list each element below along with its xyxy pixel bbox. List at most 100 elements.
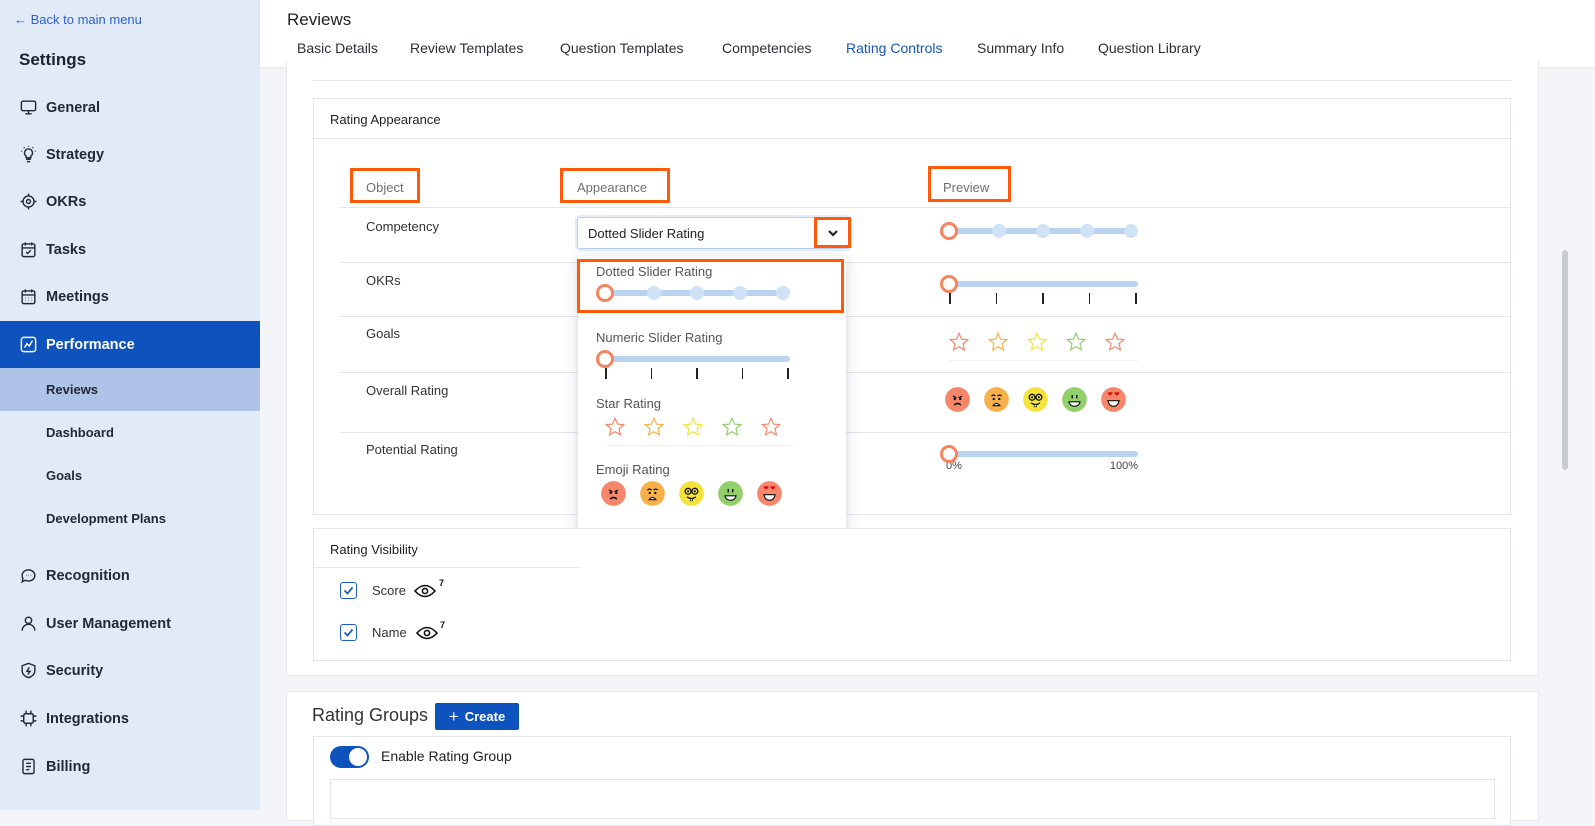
chat-icon xyxy=(21,569,36,584)
emoji-icon[interactable] xyxy=(1100,386,1127,418)
slider-dot[interactable] xyxy=(1124,224,1138,238)
slider-tick xyxy=(787,368,789,379)
sidebar-item-tasks[interactable]: Tasks xyxy=(0,226,260,273)
object-label: Goals xyxy=(366,326,400,341)
option-label: Star Rating xyxy=(596,396,662,411)
slider-tick xyxy=(605,368,607,379)
page-title: Reviews xyxy=(287,10,352,29)
rating-widget-numeric xyxy=(596,350,790,380)
rating-visibility-panel: Rating Visibility xyxy=(313,528,1511,661)
star-icon[interactable] xyxy=(987,331,1009,358)
scrollbar-thumb[interactable] xyxy=(1562,250,1568,470)
slider-dot[interactable] xyxy=(992,224,1006,238)
sidebar-item-integrations[interactable]: Integrations xyxy=(0,695,260,742)
star-icon[interactable] xyxy=(721,416,743,443)
check-icon xyxy=(343,586,354,595)
column-header-appearance: Appearance xyxy=(577,180,648,195)
sidebar-subitem-goals[interactable]: Goals xyxy=(0,454,260,497)
column-header-preview: Preview xyxy=(943,180,990,195)
row-divider xyxy=(340,432,1511,433)
back-to-main-menu-link[interactable]: ← Back to main menu xyxy=(14,12,142,27)
option-label: Numeric Slider Rating xyxy=(596,330,723,345)
star-icon[interactable] xyxy=(1104,331,1126,358)
appearance-select[interactable]: Dotted Slider Rating xyxy=(577,217,850,249)
chevron-down-icon xyxy=(827,229,838,237)
chart-icon xyxy=(20,336,37,353)
emoji-icon[interactable] xyxy=(944,386,971,418)
sidebar-subitem-dashboard[interactable]: Dashboard xyxy=(0,411,260,454)
sidebar-subitem-development-plans[interactable]: Development Plans xyxy=(0,497,260,540)
slider-tick xyxy=(741,368,743,379)
sidebar-item-label: General xyxy=(46,99,100,116)
slider-dot[interactable] xyxy=(1036,224,1050,238)
column-header-object: Object xyxy=(366,180,404,195)
slider-tick xyxy=(1042,293,1044,304)
object-label: Competency xyxy=(366,219,439,234)
toggle-knob xyxy=(349,748,367,766)
sidebar-item-label: OKRs xyxy=(46,193,87,210)
rating-widget-star xyxy=(604,416,794,446)
sidebar: ← Back to main menu Settings General Stra… xyxy=(0,0,260,810)
star-icon[interactable] xyxy=(604,416,626,443)
dropdown-option-emoji[interactable]: Emoji Rating xyxy=(578,462,846,524)
sidebar-title: Settings xyxy=(19,50,87,69)
slider-handle[interactable] xyxy=(596,350,614,368)
star-icon[interactable] xyxy=(682,416,704,443)
emoji-icon[interactable] xyxy=(1022,386,1049,418)
emoji-icon[interactable] xyxy=(678,480,705,512)
sidebar-subitem-reviews[interactable]: Reviews xyxy=(0,368,260,411)
sidebar-item-meetings[interactable]: Meetings xyxy=(0,273,260,320)
divider xyxy=(314,138,1510,139)
star-icon[interactable] xyxy=(948,331,970,358)
star-icon[interactable] xyxy=(643,416,665,443)
dropdown-option-star[interactable]: Star Rating xyxy=(578,396,846,458)
sidebar-item-label: User Management xyxy=(46,615,171,632)
object-label: Overall Rating xyxy=(366,383,449,398)
slider-tick xyxy=(1088,293,1090,304)
sidebar-item-general[interactable]: General xyxy=(0,84,260,131)
check-icon xyxy=(343,628,354,637)
dropdown-toggle-button[interactable] xyxy=(814,217,851,248)
sidebar-item-strategy[interactable]: Strategy xyxy=(0,131,260,178)
create-rating-group-button[interactable]: + Create xyxy=(435,703,519,730)
slider-handle[interactable] xyxy=(940,222,958,240)
enable-rating-group-toggle[interactable] xyxy=(330,746,369,768)
emoji-icon[interactable] xyxy=(756,480,783,512)
rating-appearance-title: Rating Appearance xyxy=(330,112,441,127)
sidebar-item-okrs[interactable]: OKRs xyxy=(0,178,260,225)
visibility-count-badge: 7 xyxy=(440,620,446,630)
emoji-icon[interactable] xyxy=(1061,386,1088,418)
sidebar-item-label: Tasks xyxy=(46,241,87,258)
divider xyxy=(314,567,579,568)
checkbox-name[interactable] xyxy=(340,624,357,641)
star-icon[interactable] xyxy=(1026,331,1048,358)
slider-dot[interactable] xyxy=(1080,224,1094,238)
shield-icon xyxy=(21,662,36,679)
checkbox-score[interactable] xyxy=(340,582,357,599)
star-icon[interactable] xyxy=(760,416,782,443)
emoji-icon[interactable] xyxy=(983,386,1010,418)
star-icon[interactable] xyxy=(1065,331,1087,358)
sidebar-item-security[interactable]: Security xyxy=(0,647,260,694)
slider-tick xyxy=(650,368,652,379)
sidebar-item-user-management[interactable]: User Management xyxy=(0,600,260,647)
divider xyxy=(313,80,1511,81)
row-divider xyxy=(340,262,1511,263)
sidebar-item-label: Performance xyxy=(46,336,135,353)
divider xyxy=(948,360,1138,361)
slider-handle[interactable] xyxy=(940,275,958,293)
sidebar-item-performance[interactable]: Performance xyxy=(0,321,260,368)
row-divider xyxy=(340,207,1511,208)
emoji-icon[interactable] xyxy=(600,480,627,512)
dropdown-option-numeric[interactable]: Numeric Slider Rating xyxy=(578,330,846,392)
rating-widget-dotted xyxy=(940,222,1138,252)
slider-handle[interactable] xyxy=(940,445,958,463)
emoji-icon[interactable] xyxy=(639,480,666,512)
sidebar-item-billing[interactable]: Billing xyxy=(0,743,260,790)
visibility-label: Score xyxy=(372,583,406,598)
emoji-icon[interactable] xyxy=(717,480,744,512)
sidebar-item-recognition[interactable]: Recognition xyxy=(0,552,260,599)
eye-icon[interactable] xyxy=(413,584,437,603)
eye-icon[interactable] xyxy=(415,626,439,645)
create-label: Create xyxy=(464,709,506,724)
